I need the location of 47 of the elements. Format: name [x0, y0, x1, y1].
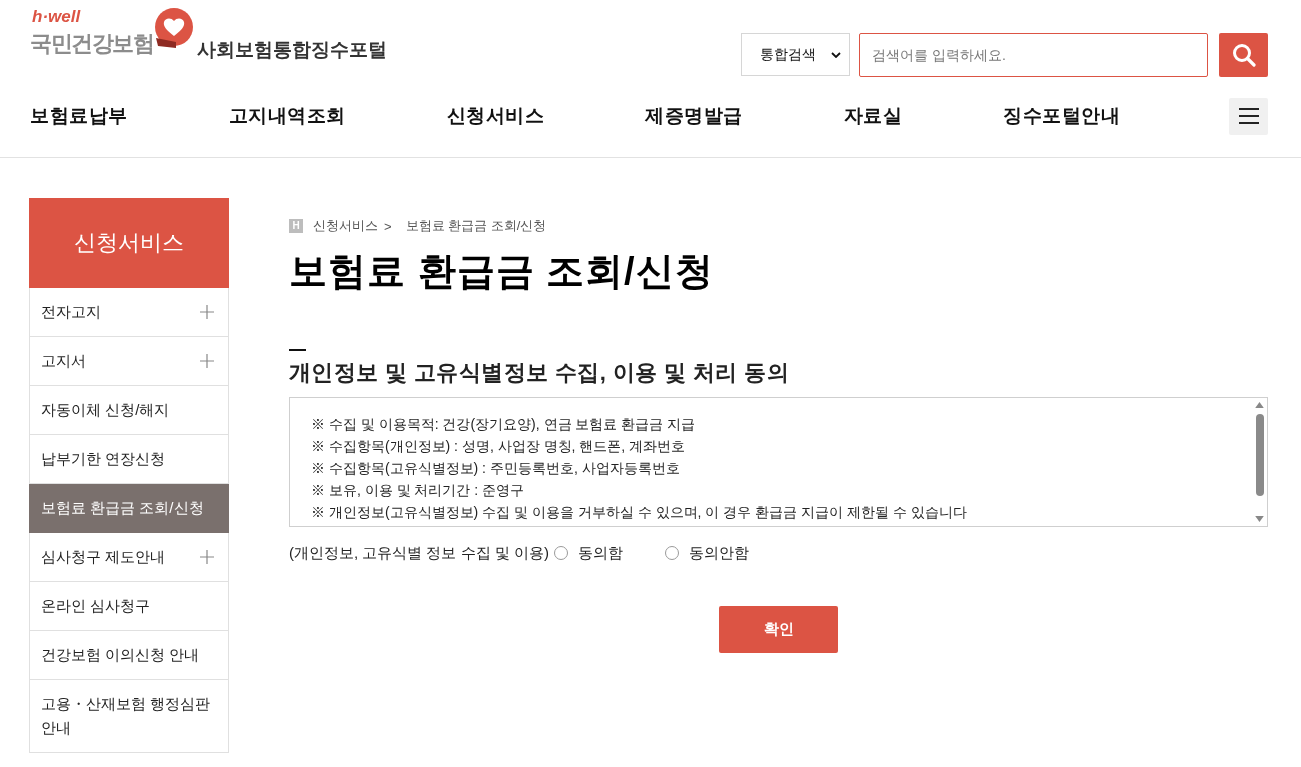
sidebar-item[interactable]: 건강보험 이의신청 안내 — [29, 631, 229, 680]
menu-button[interactable] — [1229, 97, 1268, 135]
chevron-down-icon — [831, 51, 841, 58]
breadcrumb-separator: > — [384, 218, 392, 234]
logo-name: 국민건강보험 — [30, 30, 153, 58]
consent-textbox[interactable]: ※ 수집 및 이용목적: 건강(장기요양), 연금 보험료 환급금 지급 ※ 수집항목(개인정보) : 성명, 사업장 명칭, 핸드폰, 계좌번호 ※ 수집항목(고유식별정보) : 주민등록번호, 사업자등록번호 ※ 보유, 이용 및 처리기간 : 준영구 ※ 개인정보(고유식별정보) 수집 및 이용을 거부하실 수 있으며, 이 경우 환급금 지급이 제한될 수 있습니다 — [289, 397, 1268, 527]
sidebar-item[interactable]: 납부기한 연장신청 — [29, 435, 229, 484]
page-title: 보험료 환급금 조회/신청 — [289, 249, 715, 294]
breadcrumb-current: 보험료 환급금 조회/신청 — [405, 217, 547, 235]
confirm-button[interactable]: 확인 — [719, 606, 838, 653]
nav-link[interactable]: 신청서비스 — [446, 103, 544, 129]
sidebar-item[interactable]: 심사청구 제도안내 — [29, 533, 229, 582]
consent-line: ※ 수집 및 이용목적: 건강(장기요양), 연금 보험료 환급금 지급 — [311, 415, 697, 434]
scrollbar-thumb[interactable] — [1255, 414, 1264, 496]
radio-label[interactable]: 동의함 — [578, 542, 623, 564]
sidebar-item[interactable]: 보험료 환급금 조회/신청 — [29, 484, 229, 533]
nav-link[interactable]: 제증명발급 — [645, 103, 743, 129]
radio-button[interactable] — [665, 546, 679, 560]
nav-link[interactable]: 징수포털안내 — [1003, 103, 1120, 129]
section-heading: 개인정보 및 고유식별정보 수집, 이용 및 처리 동의 — [289, 359, 791, 387]
sidebar-item[interactable]: 고용・산재보험 행정심판 안내 — [29, 680, 229, 753]
consent-line: ※ 수집항목(개인정보) : 성명, 사업장 명칭, 핸드폰, 계좌번호 — [311, 437, 687, 456]
sidebar-item[interactable]: 고지서 — [29, 337, 229, 386]
search-field[interactable]: 검색어를 입력하세요. — [859, 32, 1208, 77]
consent-line: ※ 개인정보(고유식별정보) 수집 및 이용을 거부하실 수 있으며, 이 경우 환급금 지급이 제한될 수 있습니다 — [311, 503, 967, 522]
radio-label[interactable]: 동의안함 — [689, 542, 749, 564]
logo-tagline: h·well — [32, 8, 82, 26]
nav-link[interactable]: 자료실 — [843, 103, 902, 129]
scroll-up-icon[interactable] — [1255, 402, 1264, 408]
sidebar-item[interactable]: 온라인 심사청구 — [29, 582, 229, 631]
scroll-down-icon[interactable] — [1255, 516, 1264, 522]
sidebar-item[interactable]: 자동이체 신청/해지 — [29, 386, 229, 435]
consent-line: ※ 보유, 이용 및 처리기간 : 준영구 — [311, 481, 526, 500]
nav-link[interactable]: 고지내역조회 — [228, 103, 346, 129]
sidebar-title: 신청서비스 — [29, 198, 229, 288]
menu-icon — [1238, 108, 1259, 124]
breadcrumb-link[interactable]: 신청서비스 — [313, 217, 378, 235]
portal-title: 사회보험통합징수포털 — [197, 38, 387, 62]
consent-line: ※ 수집항목(고유식별정보) : 주민등록번호, 사업자등록번호 — [311, 459, 681, 478]
consent-question: (개인정보, 고유식별 정보 수집 및 이용) — [289, 543, 549, 563]
sidebar-item[interactable]: 전자고지 — [29, 288, 229, 337]
search-icon — [1231, 42, 1256, 67]
radio-button[interactable] — [554, 546, 568, 560]
search-scope-select[interactable]: 통합검색 — [741, 33, 850, 76]
nav-link[interactable]: 보험료납부 — [30, 103, 128, 129]
search-button[interactable] — [1219, 32, 1268, 77]
heart-logo-icon — [154, 8, 194, 48]
